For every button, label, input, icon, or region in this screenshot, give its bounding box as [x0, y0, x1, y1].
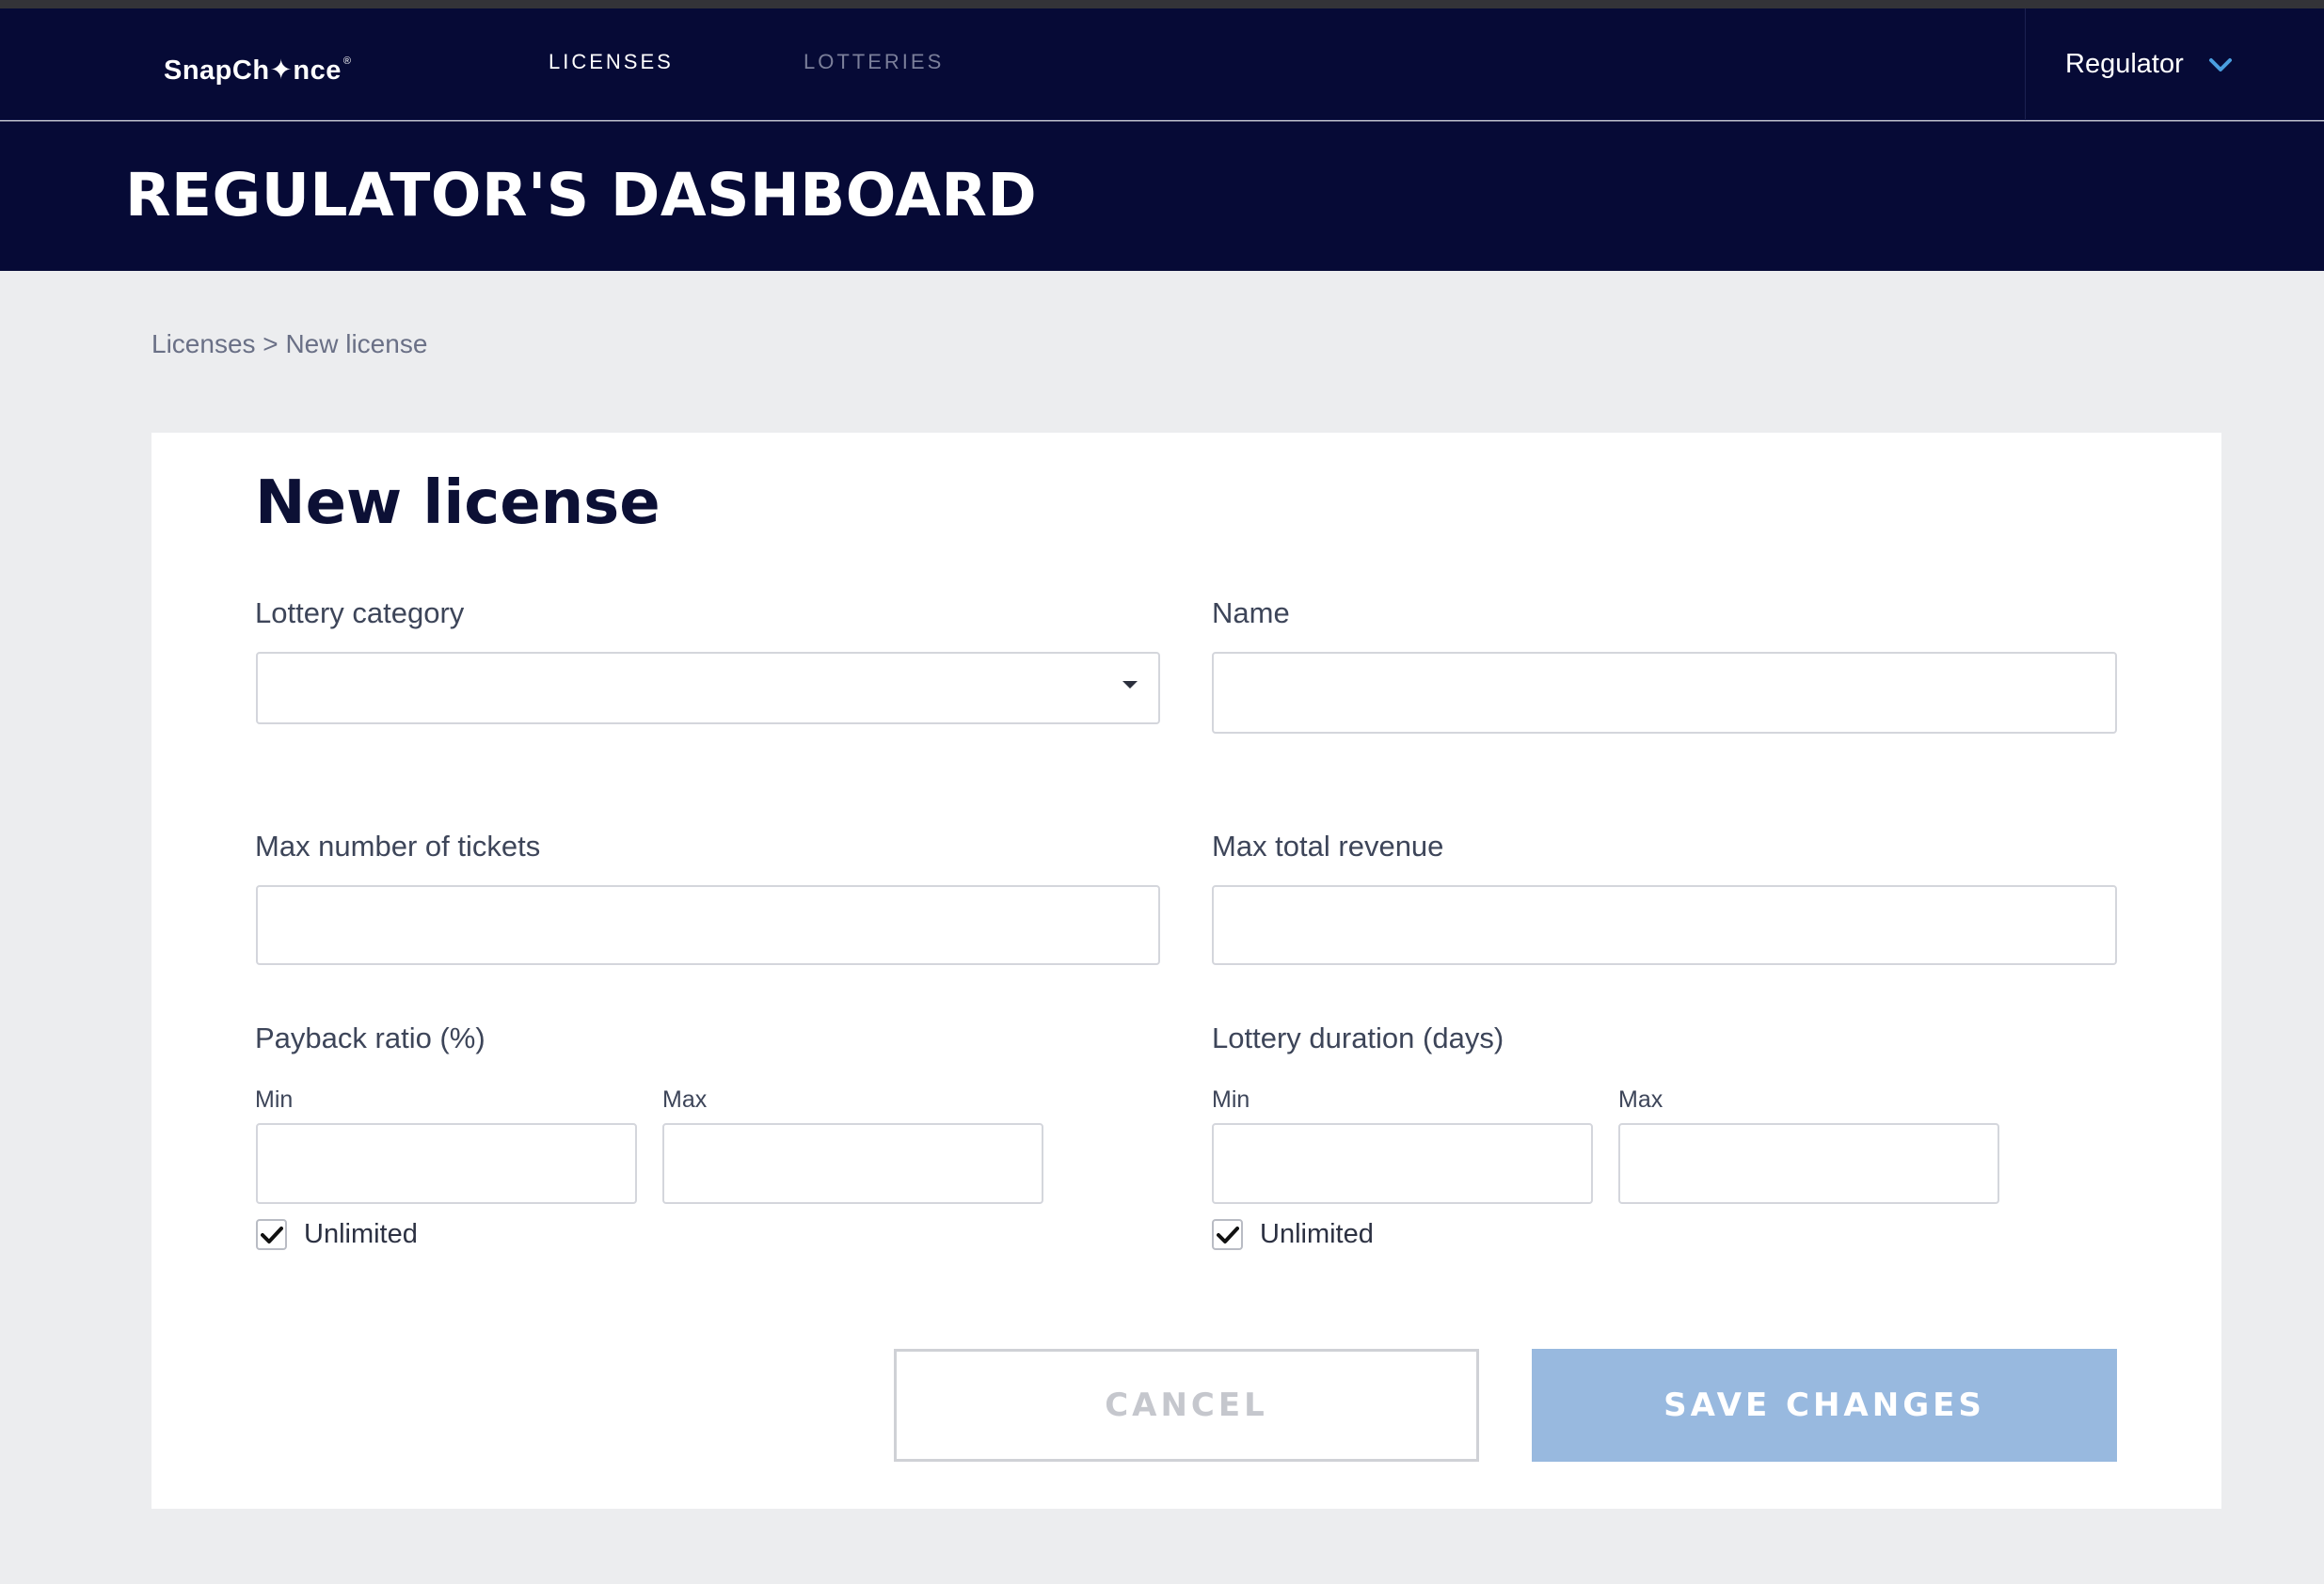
lottery-duration-max-input[interactable]: [1618, 1123, 1999, 1204]
caret-down-icon: [1122, 681, 1138, 689]
lottery-category-label: Lottery category: [255, 596, 465, 629]
lottery-duration-min-label: Min: [1212, 1086, 1250, 1113]
lottery-duration-max-label: Max: [1618, 1086, 1663, 1113]
nav-link-lotteries[interactable]: LOTTERIES: [804, 50, 944, 74]
name-input[interactable]: [1212, 652, 2117, 734]
payback-ratio-unlimited-label: Unlimited: [304, 1219, 418, 1249]
name-label: Name: [1212, 596, 1290, 629]
lottery-duration-unlimited-option[interactable]: Unlimited: [1212, 1219, 1374, 1250]
lottery-duration-label: Lottery duration (days): [1212, 1022, 1504, 1054]
payback-ratio-min-input[interactable]: [256, 1123, 637, 1204]
save-changes-button[interactable]: SAVE CHANGES: [1532, 1349, 2117, 1462]
lottery-duration-unlimited-checkbox[interactable]: [1212, 1219, 1243, 1250]
top-navbar: SnapCh✦nce ® LICENSES LOTTERIES Regulator: [0, 8, 2324, 120]
payback-ratio-label: Payback ratio (%): [255, 1022, 485, 1054]
payback-ratio-min-label: Min: [255, 1086, 294, 1113]
max-tickets-input[interactable]: [256, 885, 1160, 965]
page-header: REGULATOR'S DASHBOARD: [0, 121, 2324, 271]
checkmark-icon: [260, 1226, 283, 1243]
max-revenue-label: Max total revenue: [1212, 830, 1444, 863]
app-logo[interactable]: SnapCh✦nce ®: [164, 54, 351, 87]
lottery-duration-min-input[interactable]: [1212, 1123, 1593, 1204]
breadcrumb-separator: >: [255, 329, 286, 358]
payback-ratio-max-input[interactable]: [662, 1123, 1043, 1204]
user-menu-label: Regulator: [2065, 49, 2184, 79]
breadcrumb-current: New license: [285, 329, 428, 358]
payback-ratio-max-label: Max: [662, 1086, 708, 1113]
new-license-form-card: New license Lottery category Name Max nu…: [151, 433, 2221, 1509]
page-title: REGULATOR'S DASHBOARD: [125, 161, 1038, 230]
window-top-strip: [0, 0, 2324, 8]
lottery-duration-unlimited-label: Unlimited: [1260, 1219, 1374, 1249]
payback-ratio-unlimited-option[interactable]: Unlimited: [256, 1219, 418, 1250]
max-tickets-label: Max number of tickets: [255, 830, 541, 863]
chevron-down-icon: [2208, 57, 2232, 71]
cancel-button[interactable]: CANCEL: [894, 1349, 1479, 1462]
form-title: New license: [255, 468, 661, 538]
logo-registered-mark: ®: [342, 55, 352, 67]
nav-link-licenses[interactable]: LICENSES: [549, 50, 674, 74]
lottery-category-select[interactable]: [256, 652, 1160, 724]
checkmark-icon: [1216, 1226, 1239, 1243]
user-menu[interactable]: Regulator: [2025, 8, 2324, 120]
breadcrumb: Licenses > New license: [151, 329, 427, 359]
payback-ratio-unlimited-checkbox[interactable]: [256, 1219, 287, 1250]
logo-text: SnapCh✦nce: [164, 55, 342, 86]
breadcrumb-licenses-link[interactable]: Licenses: [151, 329, 256, 358]
max-revenue-input[interactable]: [1212, 885, 2117, 965]
